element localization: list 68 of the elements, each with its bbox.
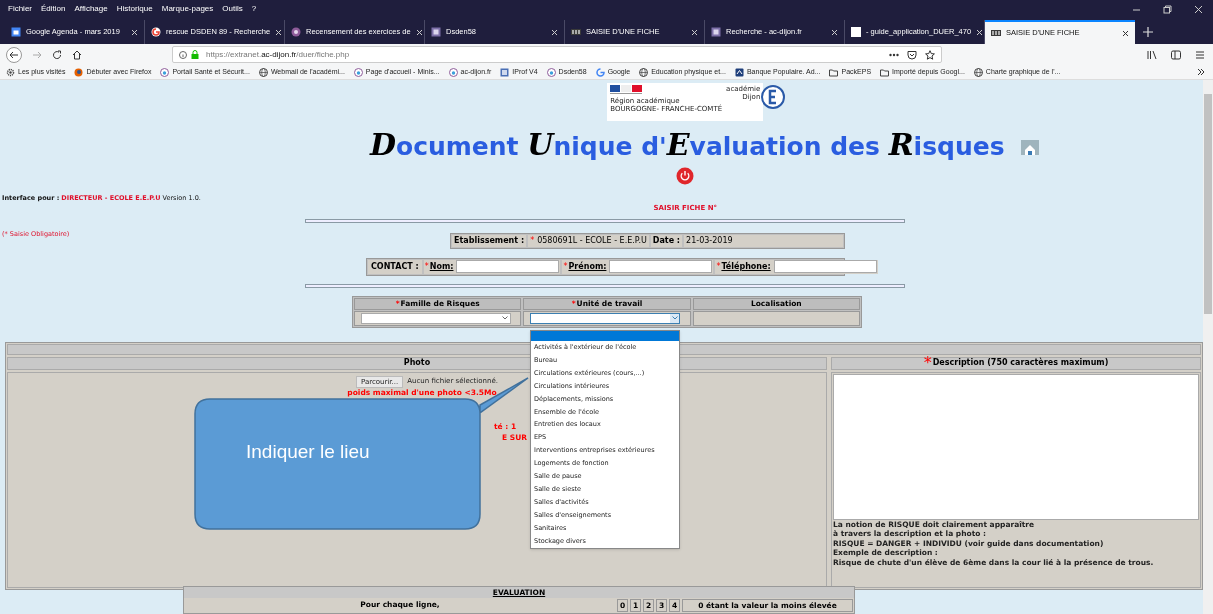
menu-item[interactable]: Marque-pages (161, 3, 214, 15)
sidebar-icon[interactable] (1171, 49, 1181, 60)
pocket-icon[interactable] (907, 49, 917, 60)
address-bar[interactable]: https://extranet.ac-dijon.fr/duer/fiche.php (172, 46, 942, 63)
home-icon[interactable] (72, 49, 82, 60)
bookmark-icon (829, 67, 839, 77)
text-input[interactable] (773, 260, 877, 274)
bookmark-icon (500, 67, 510, 77)
dropdown[interactable] (530, 312, 681, 324)
page-title: Document Unique d'Evaluation des Risques (370, 130, 1005, 162)
contact-label: CONTACT : (368, 259, 422, 274)
bookmark-icon (880, 67, 890, 77)
tab-favicon-icon (11, 27, 21, 37)
column-header: Description (750 caractères maximum) (932, 357, 1109, 370)
bookmark-icon (6, 67, 15, 77)
padlock-icon (191, 50, 199, 59)
tab-favicon-icon (571, 27, 581, 37)
field-label: Nom: (429, 260, 454, 273)
field-label: Téléphone: (721, 260, 771, 273)
column-header: Photo (403, 357, 431, 370)
chevron-down-icon (671, 316, 678, 321)
overflow-chevron-icon[interactable] (1197, 68, 1205, 76)
tab-favicon-icon (991, 28, 1001, 38)
bookmark-icon (595, 67, 605, 77)
scrollbar[interactable] (1203, 80, 1213, 614)
tab-favicon-icon (851, 27, 861, 37)
url-text: https://extranet.ac-dijon.fr/duer/fiche.php (206, 48, 350, 61)
required-mark: * (716, 260, 721, 273)
tab-favicon-icon (151, 27, 161, 37)
tab-favicon-icon (711, 27, 721, 37)
bookmark-icon (639, 67, 649, 77)
menu-item[interactable]: Affichage (74, 3, 108, 15)
establishment-value: 0580691L - ECOLE - E.E.P.U (537, 234, 647, 247)
callout-text: Indiquer le lieu (246, 440, 370, 464)
tab-favicon-icon (431, 27, 441, 37)
new-tab-icon[interactable] (1143, 27, 1153, 37)
bookmark-icon (973, 67, 983, 77)
more-icon[interactable] (889, 52, 899, 57)
flag-icon (610, 85, 643, 95)
required-mark: * (563, 260, 568, 273)
menu-item[interactable]: Outils (222, 3, 243, 15)
chevron-down-icon (502, 316, 508, 321)
restore-icon[interactable] (1163, 4, 1172, 14)
establishment-label: Etablissement : (452, 234, 527, 247)
library-icon[interactable] (1147, 49, 1157, 60)
scrollbar-thumb[interactable] (1204, 94, 1212, 314)
date-label: Date : (650, 234, 683, 247)
power-button-icon[interactable] (676, 167, 695, 185)
info-icon (179, 50, 187, 59)
menu-icon[interactable] (1195, 49, 1205, 60)
bookmark-icon (74, 67, 84, 77)
tab-favicon-icon (291, 27, 301, 37)
text-input[interactable] (609, 260, 713, 274)
menu-item[interactable]: ? (251, 3, 257, 15)
menu-item[interactable]: Historique (116, 3, 153, 15)
menu-item[interactable]: Fichier (8, 3, 32, 15)
menu-item[interactable]: Édition (41, 3, 66, 15)
text-input[interactable] (456, 260, 560, 274)
reload-icon[interactable] (52, 49, 62, 60)
required-mark: * (923, 352, 932, 375)
bookmark-icon (258, 67, 268, 77)
date-value: 21-03-2019 (684, 234, 843, 247)
back-icon[interactable] (6, 46, 22, 63)
field-label: Prénom: (568, 260, 607, 273)
required-mark: * (530, 234, 535, 247)
close-icon[interactable] (1122, 29, 1129, 37)
required-mark: * (424, 260, 429, 273)
star-icon[interactable] (925, 49, 935, 60)
